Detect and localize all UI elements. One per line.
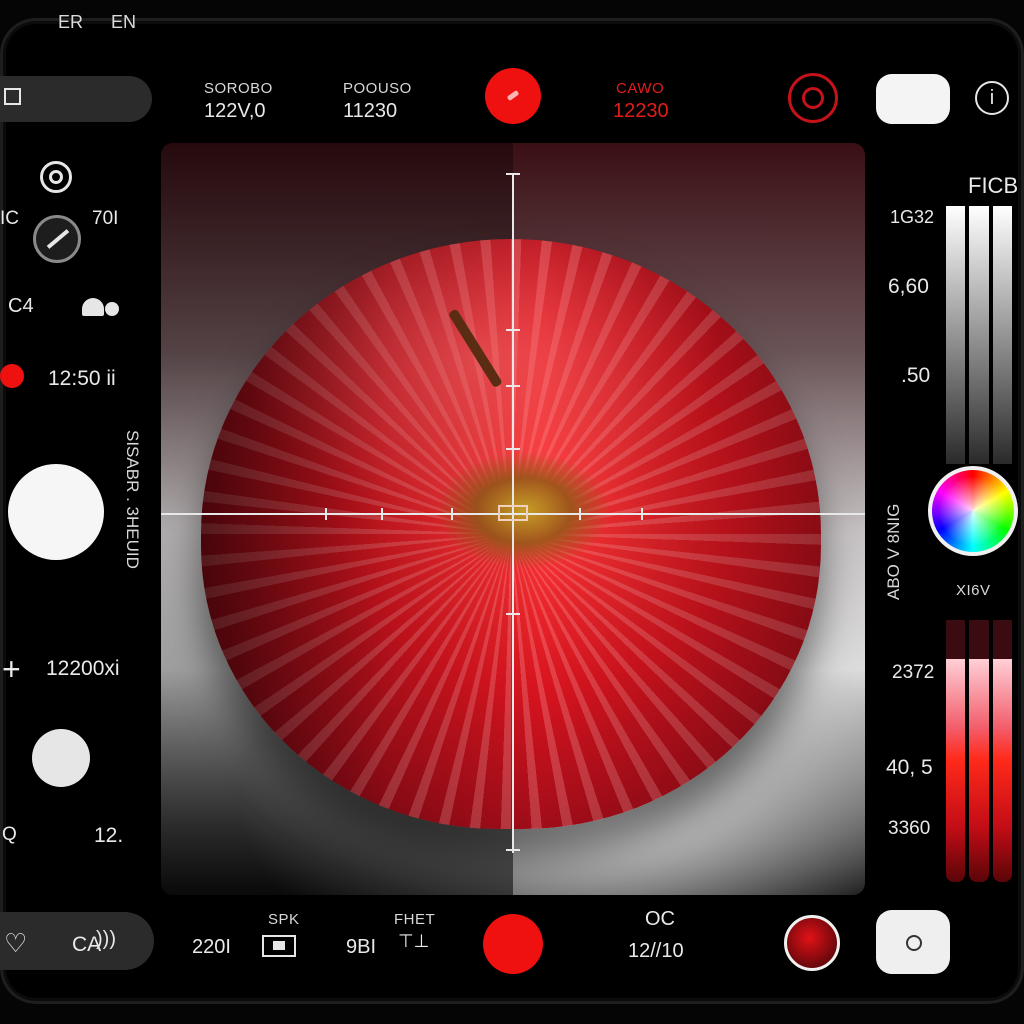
stat2-label: POOUSO — [343, 80, 412, 97]
c4-label[interactable]: C4 — [8, 295, 34, 318]
filter-button[interactable] — [784, 915, 840, 971]
crosshair-tick — [325, 508, 327, 520]
right-panel-title: FICB — [968, 173, 1019, 198]
switch-camera-button[interactable] — [876, 910, 950, 974]
pencil-icon — [506, 90, 520, 101]
left-vertical-text: SISABR . 3HEUID — [123, 430, 142, 569]
bottom-left-letter: Q — [2, 824, 17, 845]
exposure-dial[interactable] — [33, 215, 81, 263]
viewfinder[interactable] — [161, 143, 865, 895]
speaker-box-icon[interactable] — [262, 935, 296, 957]
bottom-left-number: 220I — [192, 936, 231, 958]
stat3-label: CAWO — [616, 80, 665, 97]
people-icon[interactable] — [82, 296, 120, 316]
mode-er-label[interactable]: ER — [58, 12, 83, 33]
crosshair-tick — [381, 508, 383, 520]
target-ring-button[interactable] — [788, 73, 838, 123]
level-label: 6,60 — [888, 275, 929, 298]
red-level-fill — [992, 659, 1012, 882]
crosshair-tick — [451, 508, 453, 520]
luminance-bars[interactable] — [946, 206, 1012, 464]
crosshair-tick — [641, 508, 643, 520]
level-label: 1G32 — [890, 207, 935, 227]
red-level-label: 40, 5 — [886, 756, 933, 779]
bottom-left-value: 12. — [94, 824, 124, 847]
oc-label: OC — [645, 908, 675, 930]
toggle-button[interactable] — [876, 74, 950, 124]
luminance-bar[interactable] — [946, 206, 966, 464]
tripod-icon[interactable]: ⊤⊥ — [398, 931, 429, 952]
red-level-bar[interactable] — [992, 620, 1012, 882]
fhet-label: FHET — [394, 911, 436, 928]
lens-icon — [906, 935, 922, 951]
crosshair-tick — [506, 173, 520, 175]
luminance-bar[interactable] — [992, 206, 1012, 464]
capture-mode-button[interactable] — [8, 464, 104, 560]
crosshair-tick — [506, 613, 520, 615]
left-c-label: IC — [0, 208, 19, 229]
stat1-label: SOROBO — [204, 80, 273, 97]
stat1-value: 122V,0 — [204, 100, 266, 122]
spk-label: SPK — [268, 911, 300, 928]
level-label: .50 — [901, 364, 931, 387]
info-icon[interactable]: i — [975, 81, 1009, 115]
red-level-bar[interactable] — [969, 620, 989, 882]
cast-icon[interactable]: ))) — [96, 928, 116, 951]
mode-pill[interactable] — [0, 76, 152, 122]
crosshair-tick — [506, 329, 520, 331]
red-level-bars[interactable] — [946, 620, 1012, 882]
fhet-number: 9BI — [346, 936, 377, 958]
mode-en-label[interactable]: EN — [111, 12, 136, 33]
plus-icon[interactable]: + — [2, 651, 21, 688]
luminance-bar[interactable] — [969, 206, 989, 464]
red-level-fill — [946, 659, 966, 882]
red-level-label: 3360 — [888, 818, 931, 839]
red-level-bar[interactable] — [946, 620, 966, 882]
secondary-button[interactable] — [32, 729, 90, 787]
crosshair-tick — [579, 508, 581, 520]
zoom-label: 12200xi — [46, 657, 120, 680]
section-label: XI6V — [956, 582, 991, 599]
heart-icon[interactable]: ♡ — [4, 928, 27, 959]
crosshair-tick — [506, 448, 520, 450]
checkbox-icon[interactable] — [4, 88, 21, 105]
oc-value: 12//10 — [628, 940, 684, 962]
record-button[interactable] — [485, 68, 541, 124]
target-icon[interactable] — [40, 161, 72, 193]
crosshair-tick — [506, 385, 520, 387]
apple-subject — [201, 239, 821, 829]
red-level-label: 2372 — [892, 662, 935, 683]
red-level-fill — [969, 659, 989, 882]
focus-box[interactable] — [498, 505, 528, 521]
stat2-value: 11230 — [343, 100, 398, 122]
crosshair-tick — [506, 849, 520, 851]
stat3-value: 12230 — [613, 100, 669, 122]
record-indicator — [0, 364, 24, 388]
shutter-button[interactable] — [483, 914, 543, 974]
left-c-value: 70I — [92, 208, 119, 229]
time-label: 12:50 ii — [48, 367, 116, 390]
right-vertical-text: ABO V 8NIG — [884, 503, 903, 600]
color-wheel[interactable] — [928, 466, 1018, 556]
